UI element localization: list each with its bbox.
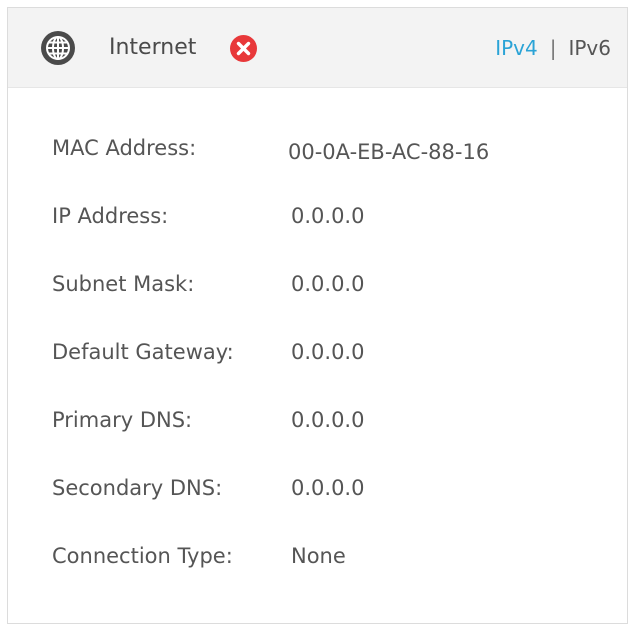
field-label: Default Gateway: [52, 340, 234, 364]
field-value: 0.0.0.0 [291, 272, 365, 296]
field-label: MAC Address: [52, 136, 197, 160]
field-row-primary-dns: Primary DNS: 0.0.0.0 [52, 400, 607, 468]
field-row-subnet-mask: Subnet Mask: 0.0.0.0 [52, 264, 607, 332]
status-fields: MAC Address: 00-0A-EB-AC-88-16 IP Addres… [52, 128, 607, 604]
ip-version-switch: IPv4 | IPv6 [495, 35, 611, 61]
tab-ipv4[interactable]: IPv4 [495, 36, 538, 60]
field-label: IP Address: [52, 204, 169, 228]
field-value: 0.0.0.0 [291, 204, 365, 228]
field-value: 0.0.0.0 [291, 340, 365, 364]
field-label: Secondary DNS: [52, 476, 223, 500]
tab-ipv6[interactable]: IPv6 [568, 36, 611, 60]
field-row-connection-type: Connection Type: None [52, 536, 607, 604]
internet-status-panel: Internet IPv4 | IPv6 MAC Address: 00-0A-EB… [7, 7, 628, 624]
tab-separator: | [549, 36, 557, 60]
panel-title: Internet [109, 35, 197, 60]
panel-header: Internet IPv4 | IPv6 [8, 8, 627, 88]
field-row-mac-address: MAC Address: 00-0A-EB-AC-88-16 [52, 128, 607, 196]
globe-icon [41, 31, 75, 65]
field-value: 0.0.0.0 [291, 476, 365, 500]
field-value: 00-0A-EB-AC-88-16 [288, 140, 490, 164]
field-row-default-gateway: Default Gateway: 0.0.0.0 [52, 332, 607, 400]
field-label: Connection Type: [52, 544, 233, 568]
error-x-icon [230, 35, 257, 62]
field-value: None [291, 544, 346, 568]
field-label: Primary DNS: [52, 408, 193, 432]
field-label: Subnet Mask: [52, 272, 195, 296]
field-value: 0.0.0.0 [291, 408, 365, 432]
field-row-ip-address: IP Address: 0.0.0.0 [52, 196, 607, 264]
field-row-secondary-dns: Secondary DNS: 0.0.0.0 [52, 468, 607, 536]
